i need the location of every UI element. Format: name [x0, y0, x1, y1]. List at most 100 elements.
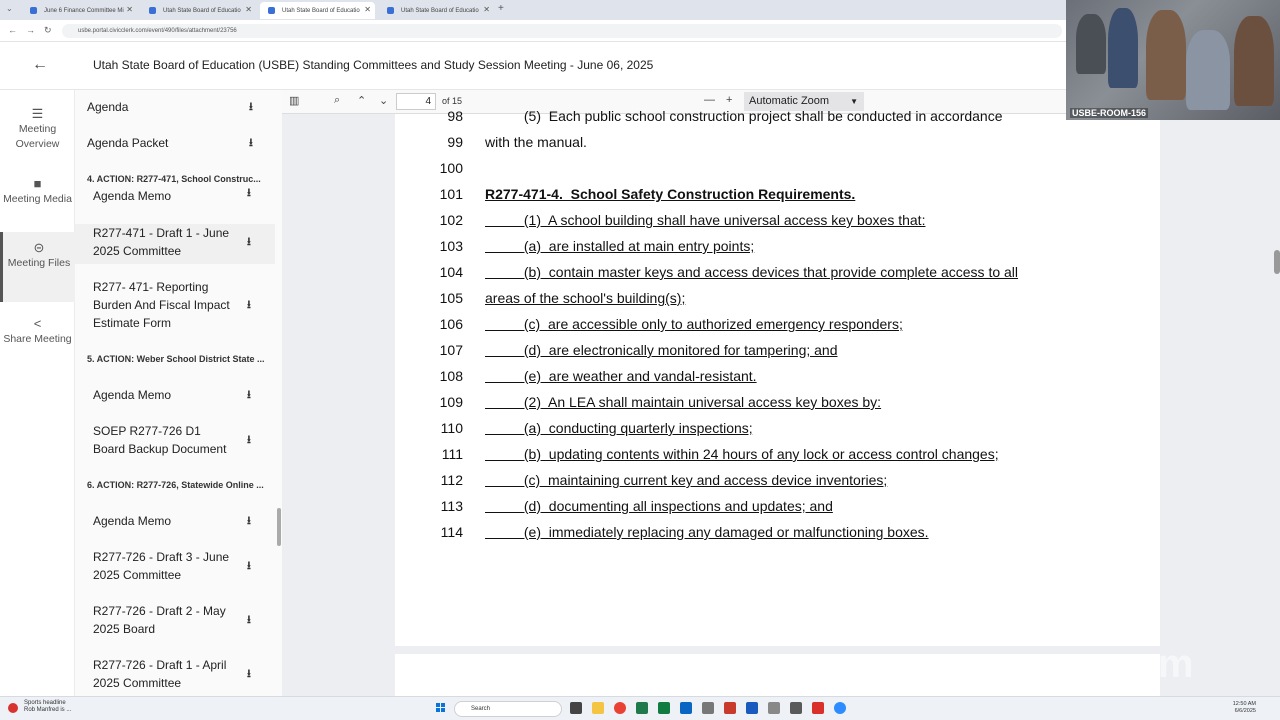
line-number: 106 [439, 316, 463, 332]
download-icon[interactable]: ⭳ [247, 386, 251, 404]
file-list-item[interactable]: R277-726 - Draft 3 - June 2025 Committee… [75, 548, 275, 588]
task-view-icon[interactable] [570, 702, 582, 714]
pdf-line: 100 [395, 160, 1160, 186]
app-icon[interactable] [790, 702, 802, 714]
tab-list-icon[interactable]: ⌄ [6, 4, 13, 13]
meeting-video-thumbnail[interactable]: USBE-ROOM-156 [1066, 0, 1280, 120]
favicon-icon [149, 7, 156, 14]
download-icon[interactable]: ⭳ [247, 296, 251, 314]
line-text: (a) conducting quarterly inspections; [485, 420, 753, 436]
sidebar-toggle-icon[interactable]: ▥ [289, 94, 299, 107]
windows-start-icon[interactable] [436, 703, 446, 713]
news-widget-icon[interactable] [8, 703, 18, 713]
file-list-item[interactable]: R277- 471- Reporting Burden And Fiscal I… [75, 278, 275, 334]
settings-icon[interactable] [768, 702, 780, 714]
chrome-icon[interactable] [614, 702, 626, 714]
app-icon[interactable] [702, 702, 714, 714]
browser-tab-label: June 6 Finance Committee Mi [44, 7, 124, 14]
word-icon[interactable] [746, 702, 758, 714]
file-list-item[interactable]: R277-726 - Draft 2 - May 2025 Board ⭳ [75, 602, 275, 642]
viewer-scrollbar[interactable] [1274, 250, 1280, 274]
zoom-in-icon[interactable]: + [726, 94, 732, 106]
link-icon: ⊝ [33, 240, 45, 255]
screen: ⌄ June 6 Finance Committee Mi ✕ Utah Sta… [0, 0, 1280, 720]
download-icon[interactable]: ⭳ [247, 188, 251, 202]
rail-label: Share Meeting [3, 333, 72, 345]
browser-back-icon[interactable]: ← [8, 25, 17, 35]
news-subtitle: Rob Manfred is ... [24, 707, 72, 713]
download-icon[interactable]: ⭳ [247, 233, 251, 251]
download-icon[interactable]: ⭳ [249, 98, 253, 116]
download-icon[interactable]: ⭳ [247, 512, 251, 530]
browser-tab-1[interactable]: June 6 Finance Committee Mi ✕ [22, 2, 137, 19]
line-text: (e) immediately replacing any damaged or… [485, 524, 929, 540]
file-list-item[interactable]: SOEP R277-726 D1 Board Backup Document ⭳ [75, 422, 275, 462]
file-list-item[interactable]: Agenda Memo ⭳ [75, 512, 275, 530]
pdf-viewer: ▥ ⌕ ⌃ ⌄ 4 of 15 — + Automatic Zoom ▼ 98 … [282, 90, 1280, 714]
download-icon[interactable]: ⭳ [247, 557, 251, 575]
browser-tab-3[interactable]: Utah State Board of Educatio ✕ [260, 2, 375, 19]
outlook-icon[interactable] [680, 702, 692, 714]
file-explorer-icon[interactable] [592, 702, 604, 714]
download-icon[interactable]: ⭳ [247, 611, 251, 629]
file-list-item[interactable]: R277-726 - Draft 1 - April 2025 Committe… [75, 656, 275, 696]
browser-forward-icon[interactable]: → [26, 25, 35, 35]
reload-icon[interactable]: ↻ [44, 25, 52, 36]
file-list-item[interactable]: R277-471 - Draft 1 - June 2025 Committee… [75, 224, 275, 264]
zoom-watermark-logo: zoom [1092, 642, 1193, 686]
download-icon[interactable]: ⭳ [249, 134, 253, 152]
video-person [1108, 8, 1138, 88]
next-page-icon[interactable]: ⌄ [379, 94, 388, 107]
app-icon[interactable] [724, 702, 736, 714]
files-scrollbar[interactable] [277, 508, 281, 546]
excel-icon[interactable] [658, 702, 670, 714]
line-text: areas of the school's building(s); [485, 290, 686, 306]
zoom-app-icon[interactable] [834, 702, 846, 714]
close-tab-icon[interactable]: ✕ [483, 5, 490, 14]
clock-time: 12:50 AM [1232, 701, 1256, 707]
new-tab-button[interactable]: + [498, 3, 504, 14]
rail-meeting-files[interactable]: ⊝ Meeting Files [0, 232, 75, 302]
line-number: 114 [440, 524, 463, 540]
browser-tab-2[interactable]: Utah State Board of Educatio ✕ [141, 2, 256, 19]
line-text: R277-471-4. School Safety Construction R… [485, 186, 856, 202]
file-agenda[interactable]: Agenda ⭳ [75, 98, 275, 116]
browser-tab-4[interactable]: Utah State Board of Educatio ✕ [379, 2, 494, 19]
app-icon[interactable] [636, 702, 648, 714]
url-field[interactable]: usbe.portal.civicclerk.com/event/490/fil… [62, 24, 1062, 38]
news-widget[interactable]: Sports headline Rob Manfred is ... [24, 700, 71, 714]
pdf-line: 104 (b) contain master keys and access d… [395, 264, 1160, 290]
zoom-out-icon[interactable]: — [704, 94, 715, 106]
download-icon[interactable]: ⭳ [247, 431, 251, 449]
close-tab-icon[interactable]: ✕ [364, 5, 371, 14]
line-text: (5) Each public school construction proj… [485, 108, 1003, 124]
pdf-line: 107 (d) are electronically monitored for… [395, 342, 1160, 368]
system-clock[interactable]: 12:50 AM 6/6/2025 [1233, 701, 1256, 715]
file-label: R277-471 - Draft 1 - June 2025 Committee [93, 226, 230, 258]
file-label: R277-726 - Draft 3 - June 2025 Committee [93, 550, 230, 582]
close-tab-icon[interactable]: ✕ [126, 5, 133, 14]
file-list-item[interactable]: Agenda Memo ⭳ [75, 386, 275, 404]
file-list-item[interactable]: Agenda Memo ⭳ [75, 188, 275, 206]
rail-meeting-overview[interactable]: ☰ Meeting Overview [0, 98, 75, 162]
close-tab-icon[interactable]: ✕ [245, 5, 252, 14]
rail-label: Meeting Files [7, 257, 71, 269]
search-icon[interactable]: ⌕ [334, 94, 340, 107]
rail-meeting-media[interactable]: ■ Meeting Media [0, 168, 75, 232]
acrobat-icon[interactable] [812, 702, 824, 714]
file-agenda-packet[interactable]: Agenda Packet ⭳ [75, 134, 275, 152]
browser-tab-label: Utah State Board of Educatio [401, 7, 479, 14]
download-icon[interactable]: ⭳ [247, 665, 251, 683]
line-number: 104 [439, 264, 463, 280]
video-icon: ■ [33, 176, 42, 191]
back-arrow-icon[interactable]: ← [32, 56, 48, 74]
rail-share-meeting[interactable]: < Share Meeting [0, 308, 75, 372]
line-number: 110 [440, 420, 463, 436]
windows-taskbar: Sports headline Rob Manfred is ... Searc… [0, 696, 1280, 720]
line-number: 98 [447, 108, 463, 124]
previous-page-icon[interactable]: ⌃ [357, 94, 366, 107]
taskbar-search[interactable]: Search [454, 701, 562, 717]
line-number: 99 [447, 134, 463, 150]
share-icon: < [33, 316, 42, 331]
page-count: of 15 [442, 96, 463, 106]
